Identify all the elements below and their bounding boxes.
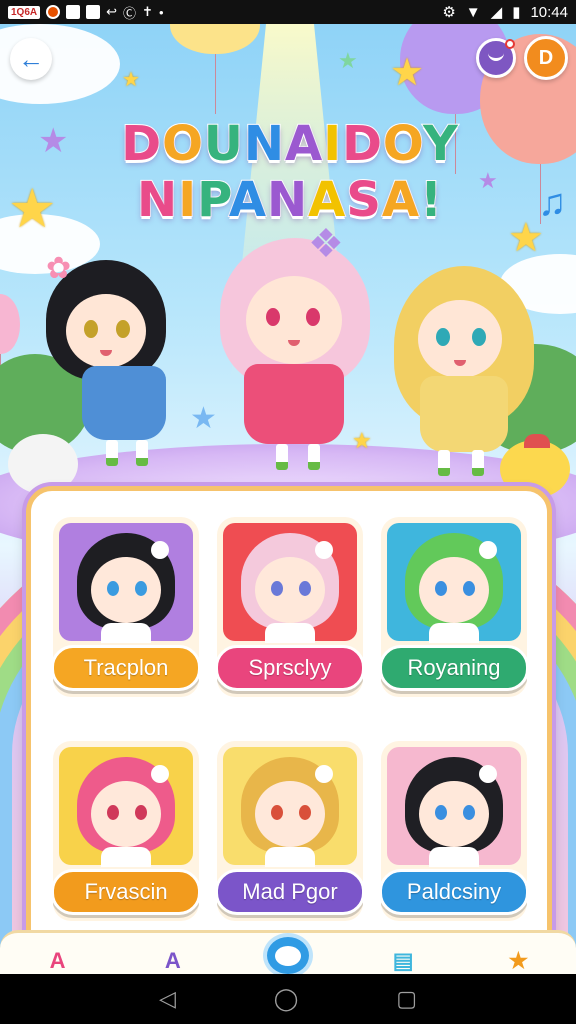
pink-balloon bbox=[0, 294, 20, 414]
bow-icon: ❖ bbox=[308, 222, 344, 266]
character-card[interactable]: Paldcsiny bbox=[381, 741, 527, 921]
character-portrait bbox=[59, 523, 193, 643]
status-bar: 1Q6A ↩ Ⓒ ✝ • ⚙ ▼ ◢ ▮ 10:44 bbox=[0, 0, 576, 24]
star-icon: ★ bbox=[338, 48, 358, 73]
game-scene: ★ ★ ★ ★ ★ ★ ★ ★ ★ ♫ ← D DOUNAIDOY NIPANA… bbox=[0, 24, 576, 974]
nav-item-3[interactable]: ▤Baltgrea bbox=[346, 933, 461, 974]
system-nav-bar: ◁ ◯ ▢ bbox=[0, 974, 576, 1024]
signal-icon: ◢ bbox=[490, 4, 503, 21]
character-name-button[interactable]: Sprsclyy bbox=[217, 645, 363, 691]
chibi-character-pink-hair: ❖ bbox=[200, 224, 390, 474]
chat-bubble-icon bbox=[263, 933, 313, 974]
arrow-left-icon: ← bbox=[18, 43, 44, 74]
yellow-balloon bbox=[170, 24, 260, 114]
back-triangle-icon[interactable]: ◁ bbox=[159, 986, 176, 1012]
character-portrait bbox=[387, 747, 521, 867]
nav-item-4[interactable]: ★Aoleh bbox=[461, 933, 576, 974]
nav-item-2[interactable]: Soonttins bbox=[230, 933, 345, 974]
square-icon bbox=[66, 5, 81, 19]
bottom-nav: ASoardi/esASode WeySoonttins▤Baltgrea★Ao… bbox=[0, 930, 576, 974]
letter-a-star-icon: A bbox=[49, 948, 66, 973]
star-icon: ★ bbox=[390, 52, 425, 94]
hair-flower-icon bbox=[479, 541, 497, 559]
letter-a-face-icon: A bbox=[164, 948, 181, 973]
star-icon: ★ bbox=[508, 216, 544, 260]
hair-flower-icon bbox=[479, 765, 497, 783]
character-portrait bbox=[223, 523, 357, 643]
hair-flower-icon bbox=[151, 541, 169, 559]
character-card[interactable]: Frvascin bbox=[53, 741, 199, 921]
star-icon: ★ bbox=[8, 179, 57, 239]
character-select-panel: Tracplon Sprsclyy Royaning Frvascin Mad Pgor… bbox=[26, 486, 552, 966]
pin-icon: ✝ bbox=[142, 4, 153, 19]
character-name-button[interactable]: Mad Pgor bbox=[217, 869, 363, 915]
coin-button[interactable]: D bbox=[524, 36, 568, 80]
shop-icon: ▤ bbox=[392, 948, 414, 973]
character-card[interactable]: Tracplon bbox=[53, 517, 199, 697]
orange-circle-icon bbox=[46, 5, 61, 19]
character-portrait bbox=[387, 523, 521, 643]
character-card[interactable]: Mad Pgor bbox=[217, 741, 363, 921]
character-card[interactable]: Sprsclyy bbox=[217, 517, 363, 697]
hair-flower-icon bbox=[315, 765, 333, 783]
hook-icon: ↩ bbox=[106, 4, 118, 19]
battery-icon: ▮ bbox=[512, 4, 521, 21]
profile-avatar-button[interactable] bbox=[476, 38, 516, 78]
logo-title-line-2: NIPANASA! bbox=[136, 171, 443, 229]
character-portrait bbox=[223, 747, 357, 867]
music-note-icon: ♫ bbox=[538, 182, 567, 224]
dot-icon: • bbox=[158, 4, 164, 20]
ghost-mascot bbox=[8, 434, 78, 494]
star-icon: ★ bbox=[122, 69, 140, 91]
game-logo: DOUNAIDOY NIPANASA! bbox=[95, 115, 485, 236]
hair-flower-icon bbox=[151, 765, 169, 783]
character-card[interactable]: Royaning bbox=[381, 517, 527, 697]
status-app-badge: 1Q6A bbox=[8, 5, 41, 19]
flower-icon: ✿ bbox=[46, 252, 72, 285]
wifi-icon: ▼ bbox=[465, 3, 481, 21]
square-icon bbox=[86, 5, 101, 19]
c-icon: Ⓒ bbox=[123, 5, 137, 21]
home-circle-icon[interactable]: ◯ bbox=[274, 986, 299, 1012]
star-icon: ★ bbox=[38, 122, 69, 160]
character-name-button[interactable]: Royaning bbox=[381, 645, 527, 691]
nav-item-0[interactable]: ASoardi/es bbox=[0, 933, 115, 974]
settings-gear-icon: ⚙ bbox=[442, 4, 456, 21]
character-portrait bbox=[59, 747, 193, 867]
character-name-button[interactable]: Frvascin bbox=[53, 869, 199, 915]
recents-square-icon[interactable]: ▢ bbox=[396, 986, 417, 1012]
logo-title-line-1: DOUNAIDOY bbox=[120, 115, 459, 173]
notification-dot bbox=[505, 39, 515, 49]
status-time: 10:44 bbox=[530, 3, 568, 21]
avatar-face-icon bbox=[488, 53, 504, 61]
star-box-icon: ★ bbox=[508, 948, 529, 973]
character-name-button[interactable]: Tracplon bbox=[53, 645, 199, 691]
hair-flower-icon bbox=[315, 541, 333, 559]
back-button[interactable]: ← bbox=[10, 38, 52, 80]
character-name-button[interactable]: Paldcsiny bbox=[381, 869, 527, 915]
nav-item-1[interactable]: ASode Wey bbox=[115, 933, 230, 974]
